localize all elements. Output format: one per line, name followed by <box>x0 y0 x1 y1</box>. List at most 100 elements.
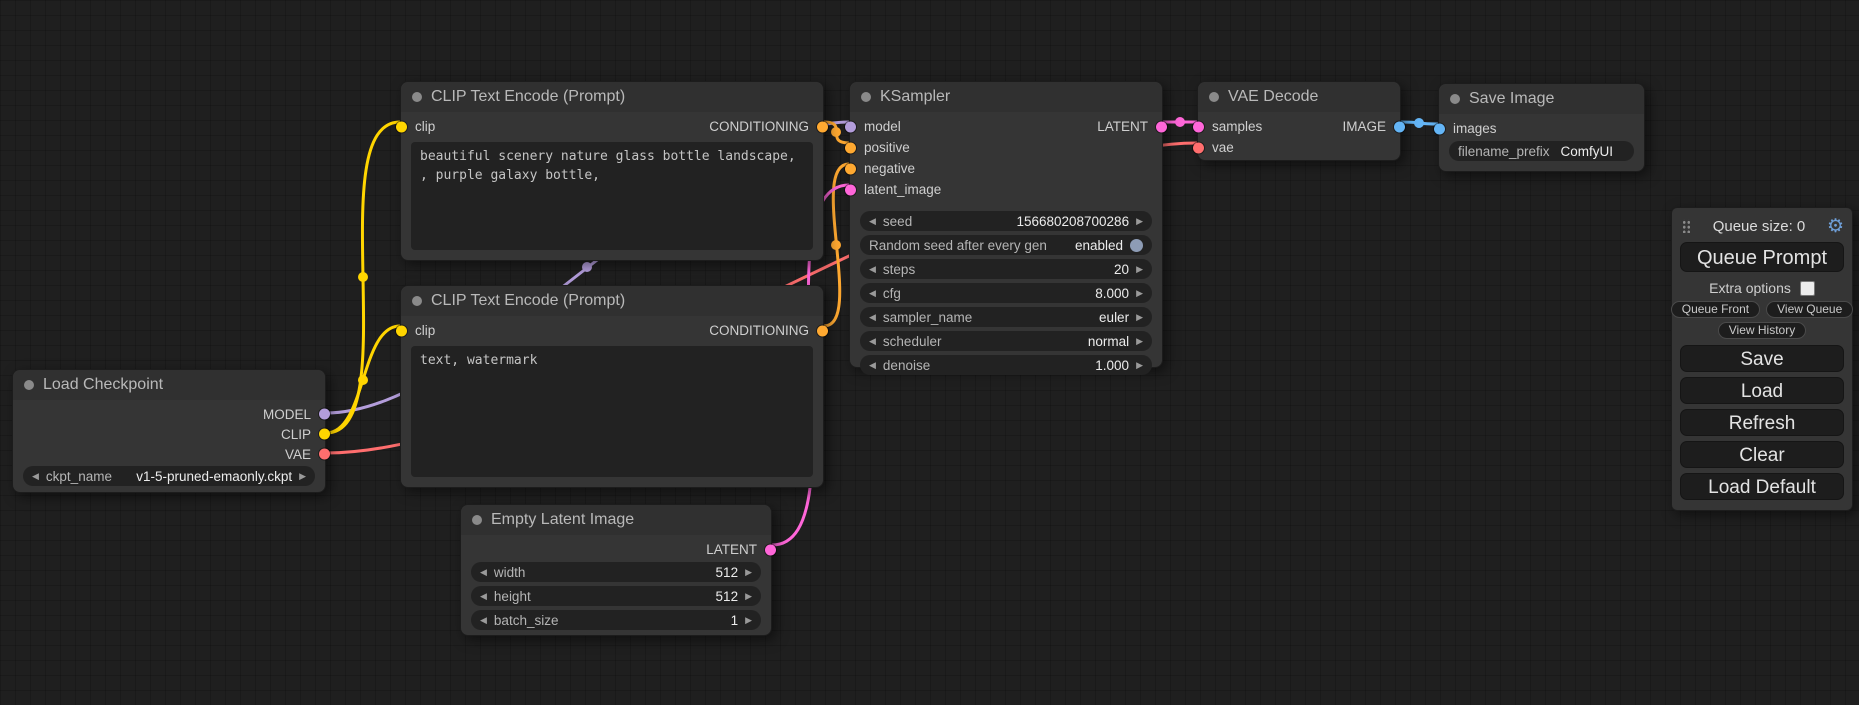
negative-prompt-textarea[interactable]: text, watermark <box>411 346 813 477</box>
output-port-latent[interactable] <box>765 544 776 555</box>
extra-options-checkbox[interactable] <box>1800 281 1815 296</box>
node-title-bar[interactable]: VAE Decode <box>1198 82 1400 112</box>
widget-value: ComfyUI <box>1560 144 1613 159</box>
node-graph-canvas[interactable]: Load Checkpoint MODEL CLIP VAE ◀ ckpt_na… <box>0 0 1859 705</box>
decrement-arrow-icon[interactable]: ◀ <box>480 568 487 577</box>
view-history-button[interactable]: View History <box>1718 322 1806 339</box>
collapse-dot-icon[interactable] <box>1209 92 1219 102</box>
node-empty-latent-image[interactable]: Empty Latent Image LATENT ◀ width 512 ▶ … <box>460 504 772 636</box>
view-queue-button[interactable]: View Queue <box>1766 301 1853 318</box>
decrement-arrow-icon[interactable]: ◀ <box>869 313 876 322</box>
collapse-dot-icon[interactable] <box>1450 94 1460 104</box>
output-port-conditioning[interactable] <box>817 121 828 132</box>
input-port-negative[interactable] <box>845 163 856 174</box>
node-title-bar[interactable]: Load Checkpoint <box>13 370 325 400</box>
collapse-dot-icon[interactable] <box>861 92 871 102</box>
increment-arrow-icon[interactable]: ▶ <box>299 472 306 481</box>
widget-cfg[interactable]: ◀ cfg 8.000 ▶ <box>860 283 1152 303</box>
queue-front-button[interactable]: Queue Front <box>1671 301 1760 318</box>
input-port-vae[interactable] <box>1193 142 1204 153</box>
widget-value: v1-5-pruned-emaonly.ckpt <box>136 469 292 484</box>
node-ksampler[interactable]: KSampler model LATENT positive negative … <box>849 81 1163 368</box>
widget-denoise[interactable]: ◀ denoise 1.000 ▶ <box>860 355 1152 375</box>
slot-row: VAE <box>13 444 325 464</box>
positive-prompt-textarea[interactable]: beautiful scenery nature glass bottle la… <box>411 142 813 250</box>
decrement-arrow-icon[interactable]: ◀ <box>869 337 876 346</box>
increment-arrow-icon[interactable]: ▶ <box>1136 337 1143 346</box>
widget-scheduler[interactable]: ◀ scheduler normal ▶ <box>860 331 1152 351</box>
queue-size-label: Queue size: 0 <box>1691 218 1827 235</box>
widget-label: Random seed after every gen <box>869 238 1047 253</box>
load-default-button[interactable]: Load Default <box>1680 473 1844 500</box>
widget-random-seed-toggle[interactable]: Random seed after every gen enabled <box>860 235 1152 255</box>
input-port-clip[interactable] <box>396 325 407 336</box>
output-label-image: IMAGE <box>1342 119 1386 134</box>
slot-row: clip CONDITIONING <box>401 116 823 137</box>
node-title-bar[interactable]: CLIP Text Encode (Prompt) <box>401 82 823 112</box>
node-title-bar[interactable]: KSampler <box>850 82 1162 112</box>
node-clip-text-encode-negative[interactable]: CLIP Text Encode (Prompt) clip CONDITION… <box>400 285 824 488</box>
collapse-dot-icon[interactable] <box>472 515 482 525</box>
node-title-bar[interactable]: CLIP Text Encode (Prompt) <box>401 286 823 316</box>
widget-value: 512 <box>716 565 739 580</box>
collapse-dot-icon[interactable] <box>412 296 422 306</box>
output-port-latent[interactable] <box>1156 121 1167 132</box>
widget-height[interactable]: ◀ height 512 ▶ <box>471 586 761 606</box>
output-label-vae: VAE <box>285 447 311 462</box>
output-port-model[interactable] <box>319 409 330 420</box>
collapse-dot-icon[interactable] <box>24 380 34 390</box>
node-title-bar[interactable]: Save Image <box>1439 84 1644 114</box>
widget-value: 512 <box>716 589 739 604</box>
drag-handle-icon[interactable] <box>1682 219 1691 233</box>
widget-filename-prefix[interactable]: filename_prefix ComfyUI <box>1449 141 1634 161</box>
increment-arrow-icon[interactable]: ▶ <box>745 592 752 601</box>
widget-steps[interactable]: ◀ steps 20 ▶ <box>860 259 1152 279</box>
load-button[interactable]: Load <box>1680 377 1844 404</box>
queue-prompt-button[interactable]: Queue Prompt <box>1680 242 1844 272</box>
widget-ckpt-name[interactable]: ◀ ckpt_name v1-5-pruned-emaonly.ckpt ▶ <box>23 466 315 486</box>
input-port-samples[interactable] <box>1193 121 1204 132</box>
output-port-clip[interactable] <box>319 429 330 440</box>
widget-sampler-name[interactable]: ◀ sampler_name euler ▶ <box>860 307 1152 327</box>
decrement-arrow-icon[interactable]: ◀ <box>869 361 876 370</box>
output-port-conditioning[interactable] <box>817 325 828 336</box>
decrement-arrow-icon[interactable]: ◀ <box>32 472 39 481</box>
input-label-clip: clip <box>415 119 435 134</box>
toggle-knob-icon[interactable] <box>1130 239 1143 252</box>
increment-arrow-icon[interactable]: ▶ <box>1136 265 1143 274</box>
node-load-checkpoint[interactable]: Load Checkpoint MODEL CLIP VAE ◀ ckpt_na… <box>12 369 326 493</box>
increment-arrow-icon[interactable]: ▶ <box>1136 289 1143 298</box>
increment-arrow-icon[interactable]: ▶ <box>745 616 752 625</box>
decrement-arrow-icon[interactable]: ◀ <box>480 592 487 601</box>
widget-batch-size[interactable]: ◀ batch_size 1 ▶ <box>471 610 761 630</box>
widget-width[interactable]: ◀ width 512 ▶ <box>471 562 761 582</box>
input-label-positive: positive <box>864 140 910 155</box>
increment-arrow-icon[interactable]: ▶ <box>1136 361 1143 370</box>
widget-seed[interactable]: ◀ seed 156680208700286 ▶ <box>860 211 1152 231</box>
slot-row: samples IMAGE <box>1198 116 1400 137</box>
input-port-clip[interactable] <box>396 121 407 132</box>
increment-arrow-icon[interactable]: ▶ <box>1136 217 1143 226</box>
refresh-button[interactable]: Refresh <box>1680 409 1844 436</box>
clear-button[interactable]: Clear <box>1680 441 1844 468</box>
input-port-latent-image[interactable] <box>845 184 856 195</box>
node-save-image[interactable]: Save Image images filename_prefix ComfyU… <box>1438 83 1645 172</box>
decrement-arrow-icon[interactable]: ◀ <box>869 265 876 274</box>
input-port-model[interactable] <box>845 121 856 132</box>
decrement-arrow-icon[interactable]: ◀ <box>869 289 876 298</box>
decrement-arrow-icon[interactable]: ◀ <box>480 616 487 625</box>
settings-gear-icon[interactable]: ⚙ <box>1827 217 1844 236</box>
collapse-dot-icon[interactable] <box>412 92 422 102</box>
node-title-bar[interactable]: Empty Latent Image <box>461 505 771 535</box>
save-button[interactable]: Save <box>1680 345 1844 372</box>
slot-row: clip CONDITIONING <box>401 320 823 341</box>
output-port-image[interactable] <box>1394 121 1405 132</box>
decrement-arrow-icon[interactable]: ◀ <box>869 217 876 226</box>
increment-arrow-icon[interactable]: ▶ <box>1136 313 1143 322</box>
node-clip-text-encode-positive[interactable]: CLIP Text Encode (Prompt) clip CONDITION… <box>400 81 824 261</box>
output-port-vae[interactable] <box>319 449 330 460</box>
increment-arrow-icon[interactable]: ▶ <box>745 568 752 577</box>
input-port-positive[interactable] <box>845 142 856 153</box>
input-port-images[interactable] <box>1434 123 1445 134</box>
node-vae-decode[interactable]: VAE Decode samples IMAGE vae <box>1197 81 1401 161</box>
